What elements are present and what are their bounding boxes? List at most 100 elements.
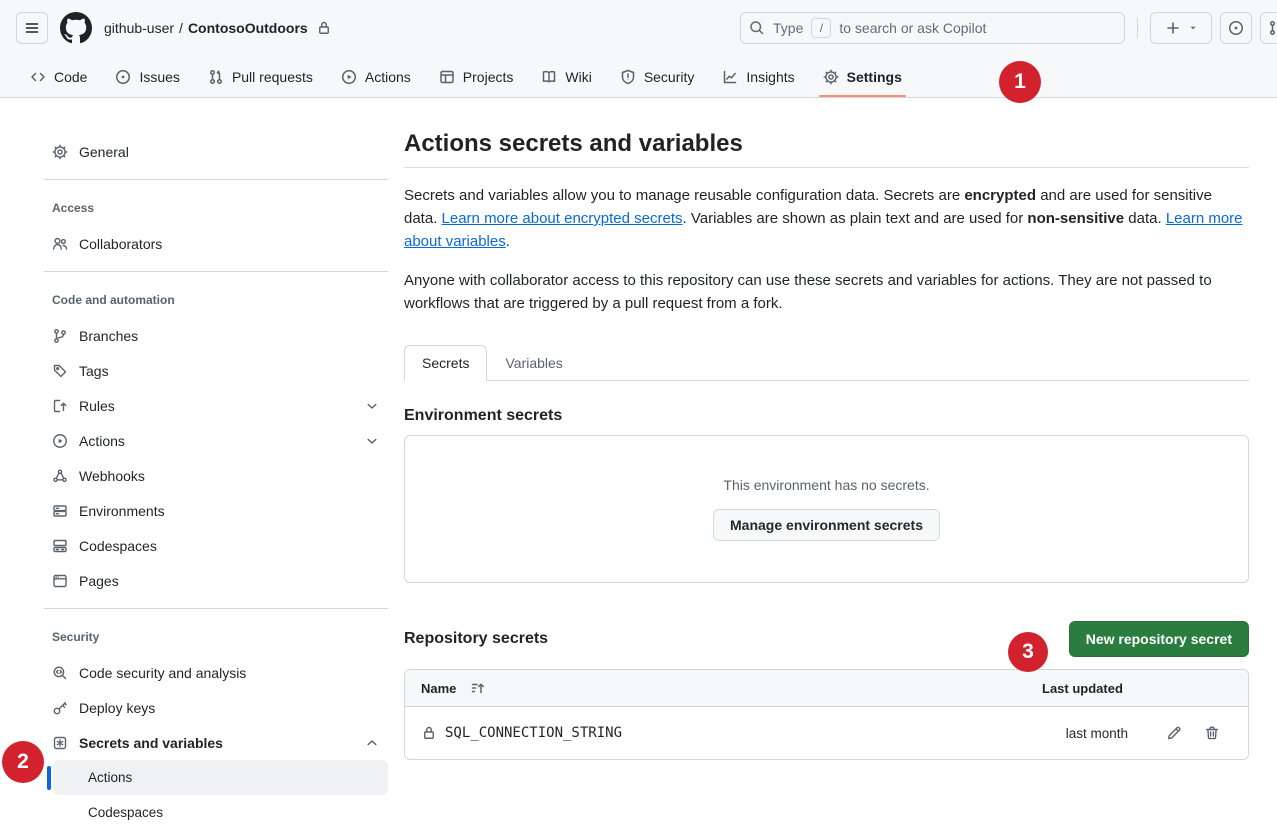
chevron-down-icon: [364, 433, 380, 449]
play-icon: [52, 433, 68, 449]
tab-projects[interactable]: Projects: [425, 56, 528, 97]
sidebar-item-code-security[interactable]: Code security and analysis: [44, 655, 388, 690]
breadcrumb-separator: /: [179, 20, 183, 36]
breadcrumb-repo-link[interactable]: ContosoOutdoors: [188, 20, 308, 36]
code-scan-icon: [52, 665, 68, 681]
git-pull-request-icon: [1268, 20, 1277, 36]
sidebar-subitem-codespaces[interactable]: Codespaces: [53, 795, 388, 830]
learn-more-encrypted-secrets-link[interactable]: Learn more about encrypted secrets: [442, 210, 683, 227]
manage-environment-secrets-button[interactable]: Manage environment secrets: [713, 509, 940, 541]
graph-icon: [722, 69, 738, 85]
sidebar-divider: [44, 608, 388, 609]
github-logo[interactable]: [60, 12, 92, 44]
tab-code[interactable]: Code: [16, 56, 101, 97]
sidebar-item-label: Webhooks: [79, 468, 145, 484]
browser-icon: [52, 573, 68, 589]
tab-label: Issues: [139, 69, 179, 85]
sidebar-item-codespaces[interactable]: Codespaces: [44, 528, 388, 563]
tab-variables[interactable]: Variables: [487, 345, 580, 381]
sidebar-item-collaborators[interactable]: Collaborators: [44, 226, 388, 261]
table-header-row: Name Last updated: [405, 670, 1248, 707]
sidebar-item-pages[interactable]: Pages: [44, 563, 388, 598]
sidebar-item-label: General: [79, 144, 129, 160]
rules-icon: [52, 398, 68, 414]
tab-label: Wiki: [565, 69, 591, 85]
sidebar-section-code-and-automation: Code and automation: [44, 282, 388, 318]
sidebar-item-tags[interactable]: Tags: [44, 353, 388, 388]
sidebar-item-label: Codespaces: [79, 538, 157, 554]
edit-secret-button[interactable]: [1166, 725, 1182, 741]
secret-last-updated: last month: [1042, 726, 1128, 741]
sidebar-item-branches[interactable]: Branches: [44, 318, 388, 353]
sidebar-item-actions[interactable]: Actions: [44, 423, 388, 458]
tab-insights[interactable]: Insights: [708, 56, 808, 97]
codespaces-icon: [52, 538, 68, 554]
issues-dashboard-button[interactable]: [1220, 12, 1252, 44]
table-row: SQL_CONNECTION_STRING last month: [405, 707, 1248, 759]
create-new-button[interactable]: [1150, 12, 1212, 44]
sidebar-item-rules[interactable]: Rules: [44, 388, 388, 423]
intro-paragraph: Secrets and variables allow you to manag…: [404, 184, 1249, 253]
sidebar-item-deploy-keys[interactable]: Deploy keys: [44, 690, 388, 725]
sidebar-item-general[interactable]: General: [44, 134, 388, 169]
sidebar-item-label: Collaborators: [79, 236, 162, 252]
sidebar-subitem-dependabot[interactable]: Dependabot: [53, 830, 388, 840]
chevron-down-icon: [364, 398, 380, 414]
sidebar-section-security: Security: [44, 619, 388, 655]
trash-icon: [1204, 725, 1220, 741]
sidebar-item-label: Environments: [79, 503, 165, 519]
server-icon: [52, 503, 68, 519]
tab-settings[interactable]: Settings: [809, 56, 916, 97]
sidebar-subitem-label: Codespaces: [88, 805, 163, 820]
search-input[interactable]: Type / to search or ask Copilot: [740, 12, 1125, 44]
sort-ascending-icon[interactable]: [470, 680, 486, 696]
intro-text: data.: [1124, 210, 1166, 227]
webhook-icon: [52, 468, 68, 484]
annotation-step-2: 2: [2, 741, 44, 783]
tab-secrets[interactable]: Secrets: [404, 345, 487, 381]
tab-label: Insights: [746, 69, 794, 85]
sidebar-item-webhooks[interactable]: Webhooks: [44, 458, 388, 493]
tab-label: Projects: [463, 69, 514, 85]
sidebar-subitem-actions[interactable]: Actions: [53, 760, 388, 795]
private-repo-lock-icon: [316, 20, 332, 36]
secrets-variables-tabnav: Secrets Variables: [404, 345, 1249, 381]
tab-label: Settings: [847, 69, 902, 85]
new-repository-secret-button[interactable]: New repository secret: [1069, 621, 1249, 657]
intro-text: . Variables are shown as plain text and …: [683, 210, 1028, 227]
tab-security[interactable]: Security: [606, 56, 709, 97]
play-icon: [341, 69, 357, 85]
tab-issues[interactable]: Issues: [101, 56, 193, 97]
secret-row-actions: [1128, 725, 1232, 741]
key-icon: [52, 700, 68, 716]
book-icon: [541, 69, 557, 85]
tab-wiki[interactable]: Wiki: [527, 56, 605, 97]
delete-secret-button[interactable]: [1204, 725, 1220, 741]
tag-icon: [52, 363, 68, 379]
search-placeholder-prefix: Type: [773, 20, 803, 36]
name-header-label: Name: [421, 681, 456, 696]
table-icon: [439, 69, 455, 85]
hamburger-menu-button[interactable]: [16, 12, 48, 44]
sidebar-item-label: Deploy keys: [79, 700, 155, 716]
sidebar-divider: [44, 179, 388, 180]
pull-requests-dashboard-button[interactable]: [1260, 12, 1277, 44]
search-icon: [749, 20, 765, 36]
annotation-step-1: 1: [999, 61, 1041, 103]
tab-label: Pull requests: [232, 69, 313, 85]
sidebar-item-secrets-and-variables[interactable]: Secrets and variables: [44, 725, 388, 760]
breadcrumb-owner-link[interactable]: github-user: [104, 20, 174, 36]
gear-icon: [823, 69, 839, 85]
header-divider: [1137, 18, 1138, 38]
page-title: Actions secrets and variables: [404, 130, 1249, 168]
sidebar-item-label: Pages: [79, 573, 119, 589]
last-updated-column-header: Last updated: [1042, 681, 1128, 696]
tab-actions[interactable]: Actions: [327, 56, 425, 97]
secret-name-cell: SQL_CONNECTION_STRING: [421, 725, 1042, 741]
chevron-up-icon: [364, 735, 380, 751]
sidebar-item-label: Actions: [79, 433, 125, 449]
sidebar-item-environments[interactable]: Environments: [44, 493, 388, 528]
lock-icon: [421, 725, 437, 741]
plus-icon: [1165, 20, 1181, 36]
tab-pull-requests[interactable]: Pull requests: [194, 56, 327, 97]
